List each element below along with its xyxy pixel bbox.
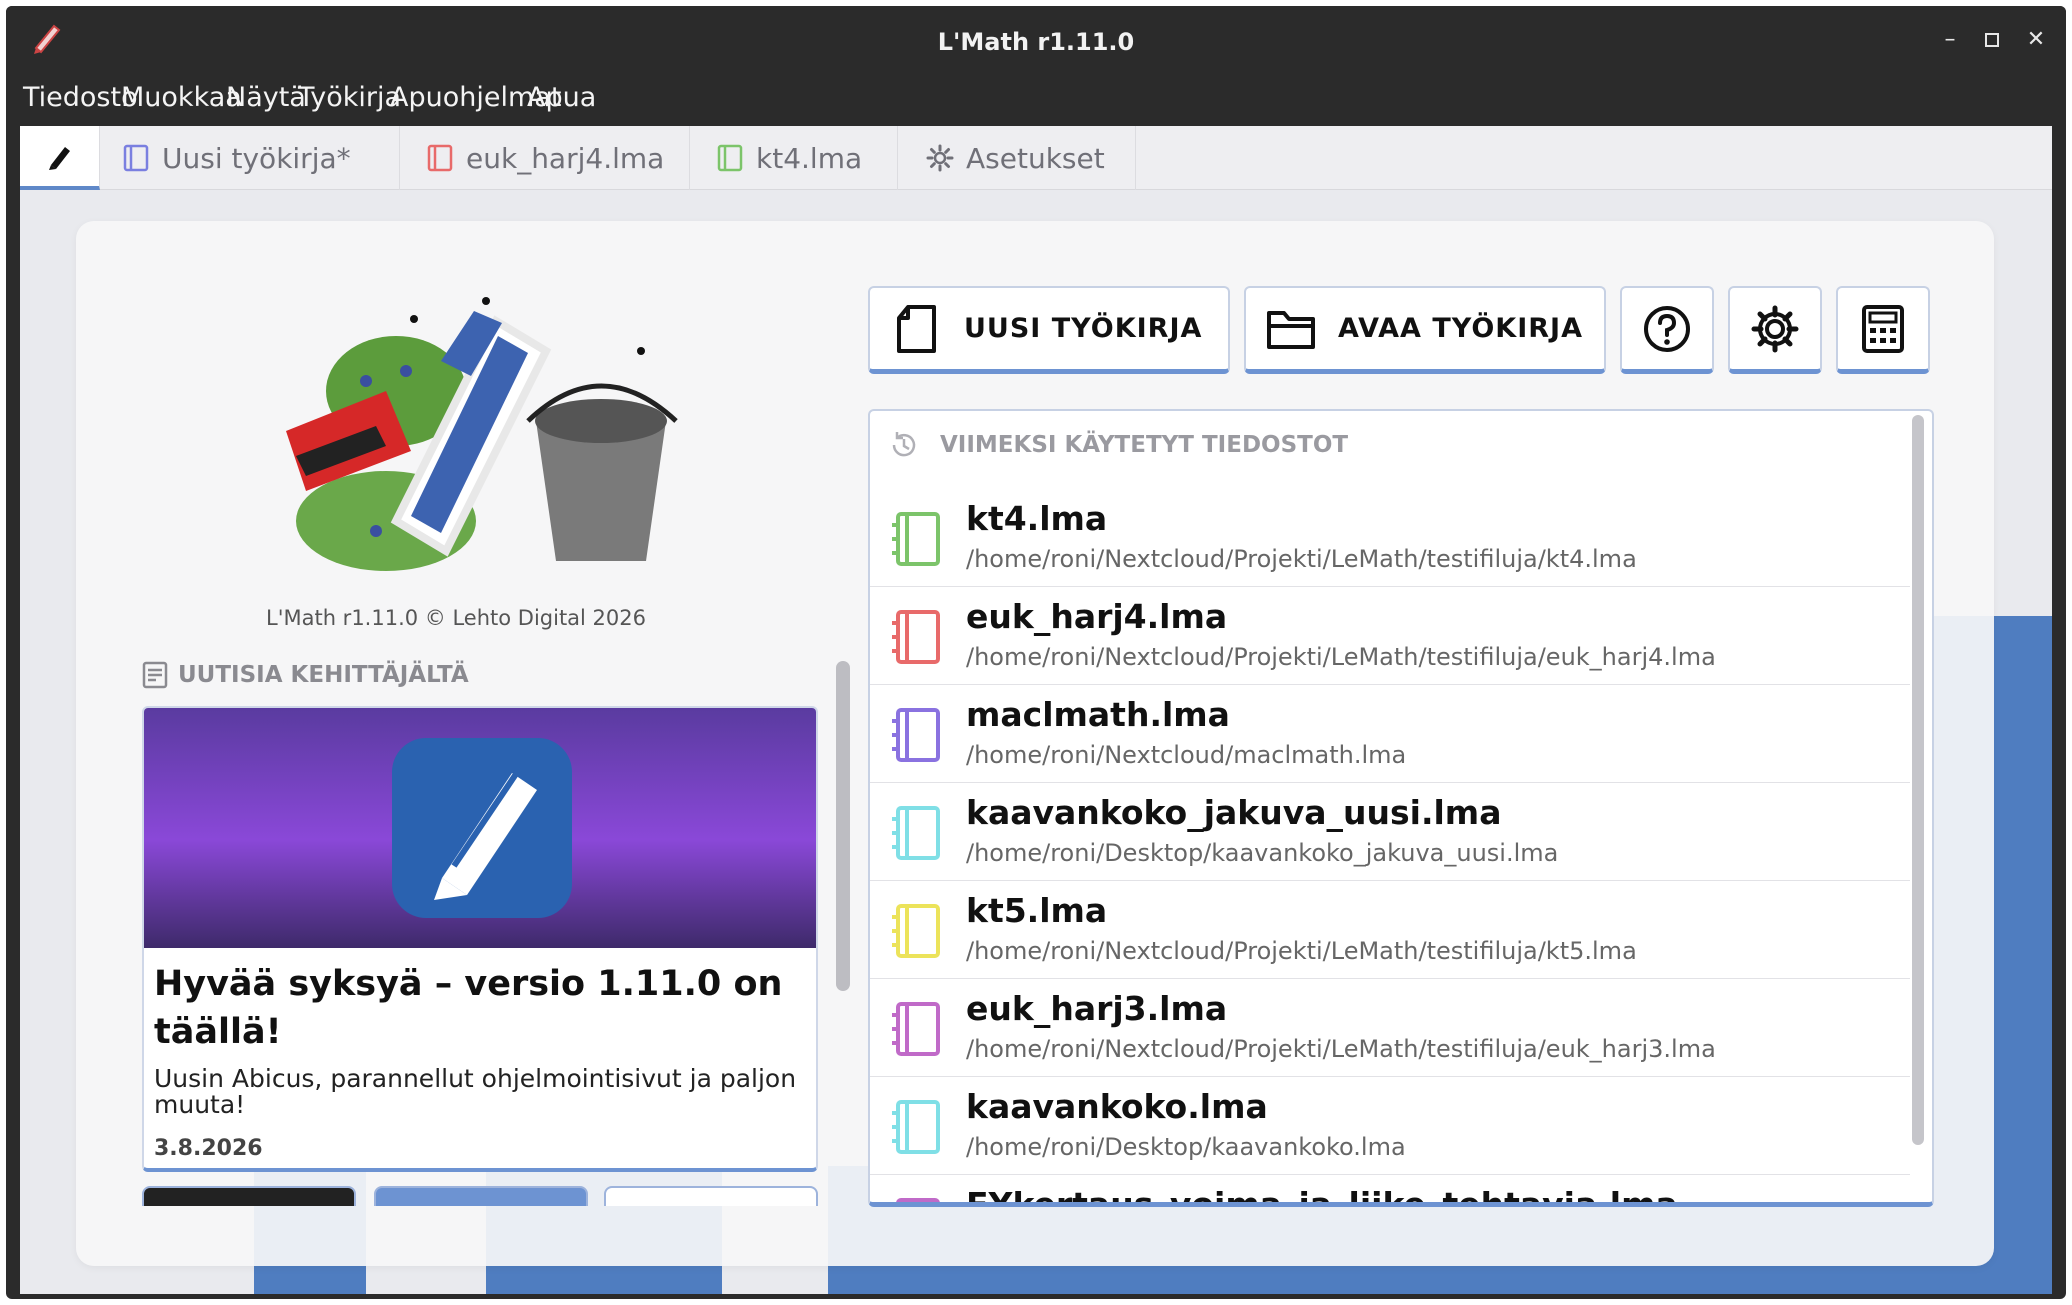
main-content: Uusi työkirja* euk_harj4.lma kt4.lma Ase… [20, 126, 2052, 1294]
news-banner-image [144, 708, 816, 948]
settings-button[interactable] [1728, 286, 1822, 374]
recent-file-name: kaavankoko.lma [966, 1087, 1268, 1126]
news-thumbnails [142, 1186, 818, 1206]
app-pencil-icon [392, 738, 572, 918]
recent-file-name: euk_harj3.lma [966, 989, 1228, 1028]
maximize-icon [1985, 33, 1999, 47]
calculator-icon [1862, 304, 1904, 353]
news-header: UUTISIA KEHITTÄJÄLTÄ [142, 661, 469, 689]
recent-files-list: kt4.lma/home/roni/Nextcloud/Projekti/LeM… [870, 489, 1910, 1207]
tab-label: Asetukset [966, 141, 1105, 175]
app-window: L'Math r1.11.0 – ✕ Tiedosto Muokkaa Näyt… [6, 6, 2066, 1299]
tab-label: euk_harj4.lma [466, 141, 665, 175]
tab-bar: Uusi työkirja* euk_harj4.lma kt4.lma Ase… [20, 126, 2052, 190]
title-bar: L'Math r1.11.0 – ✕ [6, 6, 2066, 72]
gear-icon [1751, 305, 1799, 352]
recent-file-name: euk_harj4.lma [966, 597, 1228, 636]
tab-label: Uusi työkirja* [162, 141, 351, 175]
recent-file-path: /home/roni/Nextcloud/Projekti/LeMath/tes… [966, 937, 1637, 965]
menu-edit[interactable]: Muokkaa [121, 82, 242, 113]
recent-files-panel: VIIMEKSI KÄYTETYT TIEDOSTOT kt4.lma/home… [868, 409, 1934, 1207]
home-panel: L'Math r1.11.0 © Lehto Digital 2026 UUTI… [76, 221, 1994, 1266]
recent-file-item[interactable]: kt5.lma/home/roni/Nextcloud/Projekti/LeM… [870, 881, 1910, 979]
copyright-text: L'Math r1.11.0 © Lehto Digital 2026 [266, 606, 646, 630]
recent-file-path: /home/roni/Nextcloud/Projekti/LeMath/tes… [966, 545, 1637, 573]
recent-file-name: kt4.lma [966, 499, 1108, 538]
recent-file-item[interactable]: kaavankoko.lma/home/roni/Desktop/kaavank… [870, 1077, 1910, 1175]
tab-uusi-tyokirja[interactable]: Uusi työkirja* [100, 126, 400, 190]
notebook-icon [427, 144, 453, 172]
recent-file-item[interactable]: maclmath.lma/home/roni/Nextcloud/maclmat… [870, 685, 1910, 783]
gear-icon [926, 144, 954, 172]
recent-files-header-label: VIIMEKSI KÄYTETYT TIEDOSTOT [940, 432, 1349, 458]
maximize-button[interactable] [1978, 26, 2006, 54]
news-header-label: UUTISIA KEHITTÄJÄLTÄ [178, 662, 469, 688]
recent-files-scrollbar[interactable] [1912, 415, 1924, 1145]
recent-file-item[interactable]: kaavankoko_jakuva_uusi.lma/home/roni/Des… [870, 783, 1910, 881]
recent-file-path: /home/roni/Nextcloud/maclmath.lma [966, 741, 1407, 769]
close-button[interactable]: ✕ [2022, 26, 2050, 54]
notebook-icon [892, 806, 940, 860]
minimize-button[interactable]: – [1936, 26, 1964, 54]
open-workbook-label: AVAA TYÖKIRJA [1338, 313, 1583, 344]
pencil-icon [48, 147, 70, 170]
recent-file-name: kaavankoko_jakuva_uusi.lma [966, 793, 1502, 832]
tab-euk-harj4[interactable]: euk_harj4.lma [400, 126, 690, 190]
menu-workbook[interactable]: Työkirja [298, 82, 401, 113]
new-file-icon [897, 304, 936, 353]
menu-help[interactable]: Apua [527, 82, 596, 113]
recent-file-item[interactable]: euk_harj4.lma/home/roni/Nextcloud/Projek… [870, 587, 1910, 685]
notebook-icon [123, 144, 149, 172]
recent-file-name: maclmath.lma [966, 695, 1230, 734]
recent-file-item[interactable]: kt4.lma/home/roni/Nextcloud/Projekti/LeM… [870, 489, 1910, 587]
news-scrollbar[interactable] [836, 661, 850, 991]
notebook-icon [717, 144, 743, 172]
recent-file-name: kt5.lma [966, 891, 1108, 930]
notebook-icon [892, 904, 940, 958]
notebook-icon [896, 1198, 940, 1202]
news-thumbnail[interactable] [142, 1186, 356, 1206]
notebook-icon [892, 1002, 940, 1056]
notebook-icon [892, 512, 940, 566]
window-title: L'Math r1.11.0 [937, 28, 1135, 56]
help-icon [1644, 305, 1690, 352]
recent-file-path: /home/roni/Desktop/kaavankoko.lma [966, 1133, 1406, 1161]
tab-asetukset[interactable]: Asetukset [898, 126, 1136, 190]
recent-file-item[interactable]: FYkertaus_voima_ja_liike_tehtavia.lma [870, 1175, 1910, 1207]
notebook-icon [892, 708, 940, 762]
lmath-logo-illustration [286, 297, 678, 571]
recent-file-path: /home/roni/Nextcloud/Projekti/LeMath/tes… [966, 643, 1716, 671]
news-thumbnail[interactable] [604, 1186, 818, 1206]
open-workbook-button[interactable]: AVAA TYÖKIRJA [1244, 286, 1606, 374]
recent-file-name: FYkertaus_voima_ja_liike_tehtavia.lma [966, 1185, 1678, 1207]
history-icon [892, 432, 916, 457]
news-title: Hyvää syksyä – versio 1.11.0 on täällä! [154, 964, 783, 1052]
news-date: 3.8.2026 [154, 1136, 263, 1161]
menu-view[interactable]: Näytä [226, 82, 306, 113]
tab-kt4[interactable]: kt4.lma [690, 126, 898, 190]
menu-bar: Tiedosto Muokkaa Näytä Työkirja Apuohjel… [6, 72, 2066, 126]
newspaper-icon [142, 661, 168, 689]
new-workbook-button[interactable]: UUSI TYÖKIRJA [868, 286, 1230, 374]
news-card[interactable]: Hyvää syksyä – versio 1.11.0 on täällä! … [142, 706, 818, 1172]
tab-home[interactable] [20, 126, 100, 190]
new-workbook-label: UUSI TYÖKIRJA [964, 313, 1203, 344]
news-description: Uusin Abicus, parannellut ohjelmointisiv… [154, 1064, 797, 1119]
folder-icon [1267, 310, 1315, 349]
recent-file-path: /home/roni/Nextcloud/Projekti/LeMath/tes… [966, 1035, 1716, 1063]
help-button[interactable] [1620, 286, 1714, 374]
notebook-icon [892, 1100, 940, 1154]
news-thumbnail[interactable] [374, 1186, 588, 1206]
notebook-icon [892, 610, 940, 664]
tab-label: kt4.lma [756, 141, 863, 175]
recent-files-header: VIIMEKSI KÄYTETYT TIEDOSTOT [888, 429, 1348, 461]
calculator-button[interactable] [1836, 286, 1930, 374]
recent-file-item[interactable]: euk_harj3.lma/home/roni/Nextcloud/Projek… [870, 979, 1910, 1077]
recent-file-path: /home/roni/Desktop/kaavankoko_jakuva_uus… [966, 839, 1559, 867]
